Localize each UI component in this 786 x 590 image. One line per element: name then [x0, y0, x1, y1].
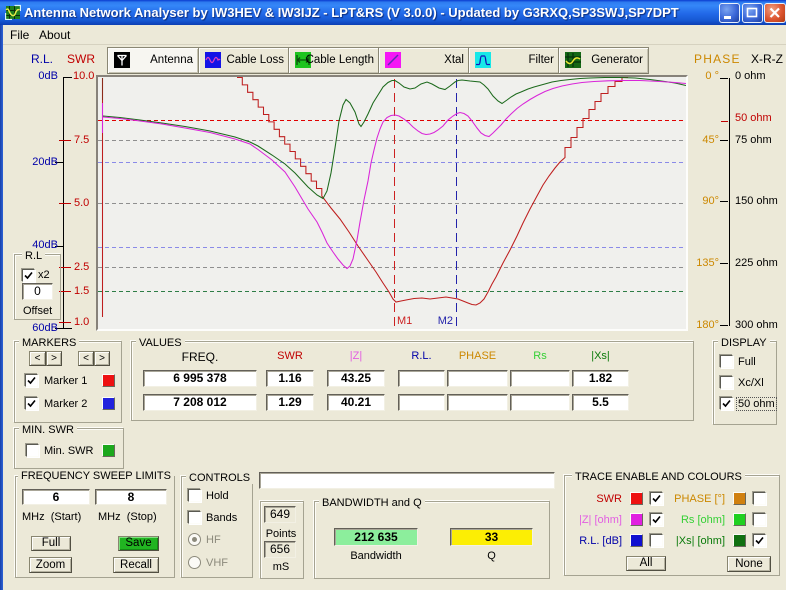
svg-text:M2: M2 [438, 315, 453, 327]
svg-text:M1: M1 [397, 315, 412, 327]
